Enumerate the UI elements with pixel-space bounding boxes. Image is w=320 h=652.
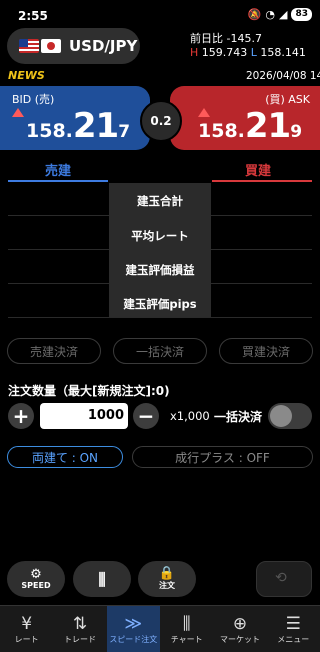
ask-price-small: 158. — [198, 120, 245, 142]
bulk-settle-button[interactable]: 一括決済 — [113, 338, 207, 364]
ask-label: (買) ASK — [265, 93, 310, 106]
nav-menu-label: メニュー — [277, 634, 310, 644]
spread-badge: 0.2 — [140, 100, 182, 142]
trade-arrows-icon: ⇅ — [72, 613, 88, 634]
nav-rate[interactable]: ¥ レート — [0, 606, 53, 652]
nav-market-label: マーケット — [219, 634, 260, 644]
bid-price-tail: 7 — [118, 122, 131, 142]
chart-icon: ⫼ — [182, 613, 191, 634]
all-settle-toggle[interactable] — [268, 403, 312, 429]
chart-button[interactable]: ⫼ — [73, 561, 131, 597]
wifi-icon: ◔ — [265, 8, 275, 21]
toggle-knob — [270, 405, 292, 427]
bid-label: BID (売) — [12, 93, 55, 106]
bid-panel[interactable]: BID (売) 158.217 — [0, 86, 150, 150]
nav-speed-order-label: スピード注文 — [109, 634, 158, 644]
nariyuki-plus-button[interactable]: 成行プラス : OFF — [132, 446, 313, 468]
battery-icon: 83 — [291, 8, 312, 21]
prev-day-change: 前日比 -145.7 — [190, 30, 262, 46]
speed-label: SPEED — [21, 581, 51, 590]
order-lock-button[interactable]: 🔒 注文 — [138, 561, 196, 597]
gear-icon: ⚙ — [30, 567, 42, 582]
order-label: 注文 — [159, 581, 175, 590]
low-label: L — [250, 46, 257, 59]
buy-tab-underline — [212, 180, 312, 182]
bid-up-arrow-icon — [12, 108, 24, 117]
nav-trade[interactable]: ⇅ トレード — [53, 606, 106, 652]
quantity-multiplier: x1,000 — [170, 409, 210, 423]
jp-flag-icon — [41, 39, 61, 53]
rotate-screen-button[interactable]: ⟲ — [256, 561, 312, 597]
order-quantity-label: 注文数量（最大[新規注文]:0) — [8, 384, 170, 398]
position-pips: 建玉評価pips — [123, 297, 197, 311]
ask-panel[interactable]: (買) ASK 158.219 — [170, 86, 320, 150]
currency-pair-name: USD/JPY — [69, 37, 138, 55]
ask-price: 158.219 — [198, 106, 302, 146]
candlestick-icon: ⫼ — [98, 569, 106, 589]
nav-chart[interactable]: ⫼ チャート — [160, 606, 213, 652]
ask-price-big: 21 — [244, 106, 291, 146]
mute-icon: 🔕 — [247, 8, 262, 21]
datetime: 2026/04/08 14 — [246, 70, 320, 82]
prev-day-label: 前日比 — [190, 32, 223, 45]
lock-icon: 🔒 — [158, 566, 176, 581]
sell-settle-button[interactable]: 売建決済 — [7, 338, 101, 364]
nav-menu[interactable]: ☰ メニュー — [267, 606, 320, 652]
bid-price-small: 158. — [26, 120, 73, 142]
position-total: 建玉合計 — [137, 194, 183, 208]
bottom-nav: ¥ レート ⇅ トレード ≫ スピード注文 ⫼ チャート ⊕ マーケット ☰ メ… — [0, 605, 320, 652]
row-divider — [8, 317, 312, 318]
buy-settle-button[interactable]: 買建決済 — [219, 338, 313, 364]
rotate-icon: ⟲ — [275, 570, 287, 586]
status-icons: 🔕 ◔ ◢ 83 — [248, 8, 312, 21]
bid-price-big: 21 — [72, 106, 119, 146]
ryodate-toggle-button[interactable]: 両建て : ON — [7, 446, 123, 468]
nav-speed-order[interactable]: ≫ スピード注文 — [106, 606, 160, 652]
position-pnl: 建玉評価損益 — [125, 263, 195, 277]
menu-icon: ☰ — [285, 613, 301, 634]
speed-settings-button[interactable]: ⚙ SPEED — [7, 561, 65, 597]
status-bar: 2:55 🔕 ◔ ◢ 83 — [0, 0, 320, 30]
position-summary-menu: 建玉合計 平均レート 建玉評価損益 建玉評価pips — [109, 183, 211, 317]
ask-price-tail: 9 — [290, 122, 303, 142]
yen-icon: ¥ — [21, 613, 33, 634]
high-value: 159.743 — [201, 46, 248, 59]
prev-day-value: -145.7 — [226, 32, 262, 45]
nav-market[interactable]: ⊕ マーケット — [213, 606, 266, 652]
news-link[interactable]: NEWS — [8, 69, 45, 82]
tab-sell-position[interactable]: 売建 — [8, 160, 108, 179]
tab-buy-position[interactable]: 買建 — [208, 160, 308, 179]
plus-icon[interactable]: + — [8, 403, 34, 429]
currency-pair-selector[interactable]: USD/JPY — [7, 28, 140, 64]
nav-rate-label: レート — [14, 634, 39, 644]
status-time: 2:55 — [18, 9, 48, 23]
minus-icon[interactable]: − — [133, 403, 159, 429]
us-flag-icon — [19, 39, 39, 53]
all-settle-label: 一括決済 — [214, 410, 263, 424]
low-value: 158.141 — [260, 46, 306, 59]
sell-tab-underline — [8, 180, 108, 182]
signal-icon: ◢ — [279, 8, 288, 21]
nav-trade-label: トレード — [63, 634, 96, 644]
high-low: H 159.743 L 158.141 — [190, 46, 306, 59]
bid-price: 158.217 — [26, 106, 130, 146]
speed-icon: ≫ — [124, 613, 143, 634]
quantity-input[interactable]: 1000 — [40, 403, 128, 429]
globe-icon: ⊕ — [232, 613, 248, 634]
nav-chart-label: チャート — [170, 634, 203, 644]
high-label: H — [190, 46, 199, 59]
average-rate: 平均レート — [131, 229, 189, 243]
